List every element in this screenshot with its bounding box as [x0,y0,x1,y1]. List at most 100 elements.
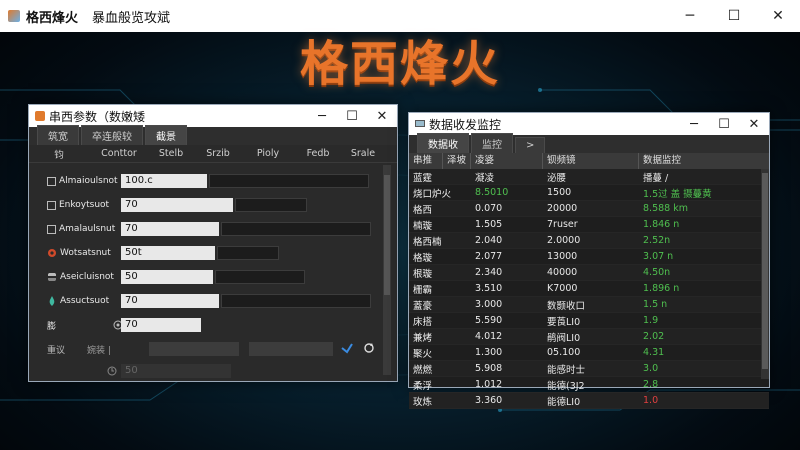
params-scrollbar[interactable] [383,165,391,375]
table-row[interactable]: 楠璇 1.505 7ruser 1.846 n [409,217,769,233]
param-value-input[interactable]: 70 [121,318,201,332]
table-cell: 40000 [547,267,578,278]
col-header: 数据监控 [643,155,682,166]
minimize-icon[interactable]: ─ [307,109,337,124]
params-window-titlebar[interactable]: 串西参数（数嫩矮 ─ ☐ ✕ [29,105,397,127]
table-row[interactable]: 兼烤 4.012 鹃阀LI0 2.02 [409,329,769,345]
param-label: Almaioulsnot [59,176,118,186]
table-row[interactable]: 栅霸 3.510 K7000 1.896 n [409,281,769,297]
close-icon[interactable]: ✕ [367,109,397,124]
param-row: 膨 [47,317,126,333]
scrollbar-thumb[interactable] [384,175,390,295]
param-value-input[interactable]: 100.c [121,174,207,188]
table-cell: 蓝霆 [413,172,433,184]
refresh-icon[interactable] [363,342,375,354]
table-cell: 2.52n [643,235,671,246]
bird-icon[interactable] [341,342,353,354]
table-cell: 3.360 [475,395,503,406]
table-cell: 床搭 [413,316,433,328]
table-row[interactable]: 根璇 2.340 40000 4.50n [409,265,769,281]
param-value-input[interactable]: 50 [121,270,213,284]
param-checkbox[interactable] [47,200,56,210]
table-row[interactable]: 燃燃 5.908 能感时士 3.0 [409,361,769,377]
gear-icon [48,249,56,257]
table-cell: 4.31 [643,347,665,358]
minimize-icon[interactable]: ─ [679,117,709,132]
grid-header: 串推 泽坡 凌婆 钡频镜 数据监控 [409,153,769,169]
table-cell: 5.590 [475,315,503,326]
table-cell: 05.100 [547,347,581,358]
param-label: 重议 [47,345,66,356]
table-row[interactable]: 烧口炉火 8.5010 1500 1.5过 盖 摄蔓黄 [409,185,769,201]
param-value-input[interactable]: 70 [121,198,233,212]
table-cell: 数颢收口 [547,300,586,312]
param-value-input[interactable]: 50t [121,246,215,260]
param-slot [235,198,307,212]
param-label: Enkoytsuot [59,200,110,210]
close-icon[interactable]: ✕ [739,117,769,132]
tab-monitor-2[interactable]: > [515,137,546,153]
table-row[interactable]: 聚火 1.300 05.100 4.31 [409,345,769,361]
monitor-window-titlebar[interactable]: 数据收发监控 ─ ☐ ✕ [409,113,769,135]
table-cell: 1.5 n [643,299,668,310]
table-row[interactable]: 格西 0.070 20000 8.588 km [409,201,769,217]
col-header: Srale [350,148,376,159]
param-row: Amalaulsnut [47,221,119,237]
params-body: 钧 Conttor Stelb Srzib Pioly Fedb Srale A… [29,145,397,381]
param-checkbox[interactable] [47,176,56,186]
table-cell: 泌腰 [547,172,567,184]
col-header: 泽坡 [443,153,471,169]
tab-params-0[interactable]: 筑宽 [37,125,79,145]
table-row[interactable]: 格璇 2.077 13000 3.07 n [409,249,769,265]
table-row[interactable]: 格西楠 2.040 2.0000 2.52n [409,233,769,249]
table-cell: 烧口炉火 [413,188,452,200]
col-header: Stelb [158,148,184,159]
table-cell: 5.908 [475,363,503,374]
col-header: Pioly [256,148,280,159]
col-header: 串推 [409,153,443,169]
param-value-input[interactable]: 70 [121,294,219,308]
table-cell: 玫炼 [413,396,433,408]
table-row[interactable]: 床搭 5.590 要莨LI0 1.9 [409,313,769,329]
tab-params-2[interactable]: 截景 [145,125,187,145]
table-cell: 1.896 n [643,283,680,294]
param-label: Aseicluisnot [60,272,114,282]
table-row[interactable]: 蓋豪 3.000 数颢收口 1.5 n [409,297,769,313]
tab-params-1[interactable]: 卒连般较 [81,125,143,145]
table-cell: 2.340 [475,267,503,278]
scrollbar-thumb[interactable] [762,173,768,369]
maximize-icon[interactable]: ☐ [709,117,739,132]
param-label: 婉装 | [87,345,111,356]
table-cell: 1.9 [643,315,659,326]
table-cell: 格西 [413,204,433,216]
params-column-headers: 钧 Conttor Stelb Srzib Pioly Fedb Srale [29,145,397,163]
table-cell: 2.8 [643,379,659,390]
monitor-scrollbar[interactable] [761,169,769,379]
maximize-icon[interactable]: ☐ [337,109,367,124]
table-cell: 1.846 n [643,219,680,230]
param-slot [209,174,369,188]
table-cell: 能德(3J2 [547,380,585,392]
col-header: 凌婆 [471,153,543,169]
table-cell: 能感时士 [547,364,586,376]
tab-monitor-0[interactable]: 数据收 [417,133,469,153]
param-slot [249,342,333,356]
table-cell: 楠璇 [413,220,433,232]
table-cell: 13000 [547,251,578,262]
param-value-input[interactable]: 70 [121,222,219,236]
table-row[interactable]: 柔浮 1.012 能德(3J2 2.8 [409,377,769,393]
tab-monitor-1[interactable]: 监控 [471,133,513,153]
grid-rows: 蓝霆 凝凌 泌腰 播蔓 / 烧口炉火 8.5010 1500 1.5过 盖 摄蔓黄 格西 0.07… [409,169,769,409]
param-row: 重议 婉装 | [47,341,127,357]
table-cell: 8.588 km [643,203,688,214]
param-slot [215,270,305,284]
param-row: Enkoytsuot [47,197,119,213]
param-checkbox[interactable] [47,224,56,234]
table-row[interactable]: 玫炼 3.360 能德LI0 1.0 [409,393,769,409]
table-cell: 20000 [547,203,578,214]
table-row[interactable]: 蓝霆 凝凌 泌腰 播蔓 / [409,169,769,185]
monitor-icon [415,120,425,127]
table-cell: 2.077 [475,251,503,262]
table-cell: 格璇 [413,252,433,264]
param-value-input[interactable]: 50 [121,364,231,378]
